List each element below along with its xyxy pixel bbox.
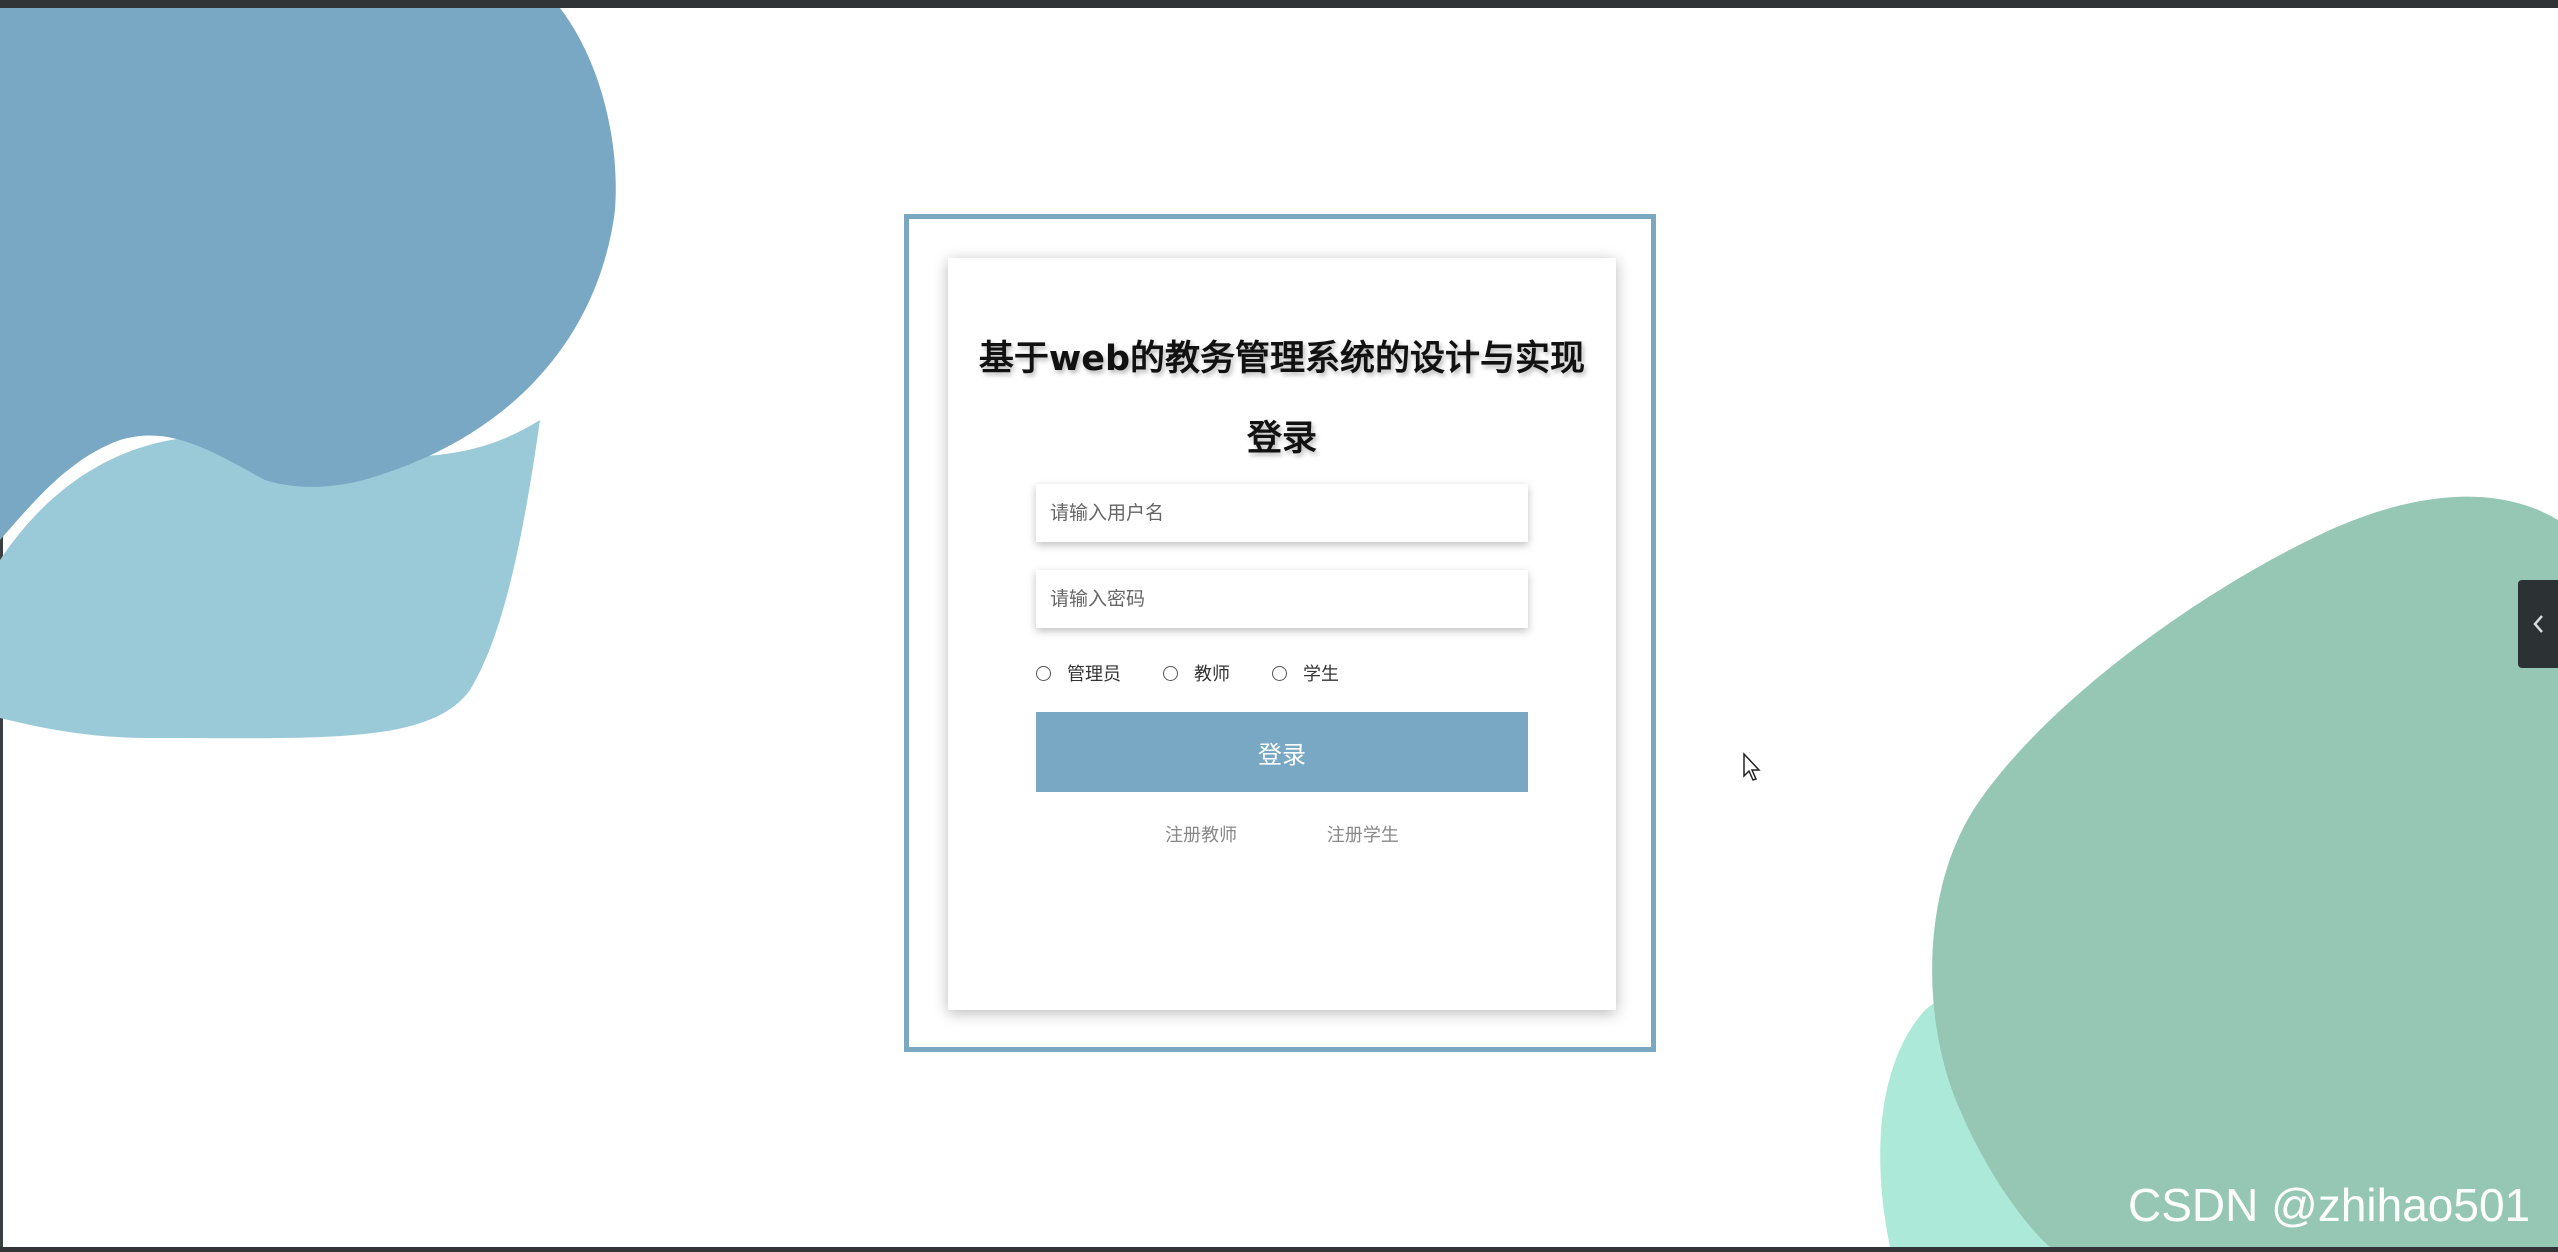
radio-teacher[interactable] [1163, 665, 1178, 681]
side-panel-toggle[interactable] [2518, 580, 2558, 668]
username-input[interactable] [1036, 484, 1528, 542]
password-input[interactable] [1036, 570, 1528, 628]
mouse-cursor-icon [1743, 752, 1761, 781]
login-button[interactable]: 登录 [1036, 712, 1528, 792]
role-option-teacher[interactable]: 教师 [1163, 660, 1230, 686]
role-label-admin: 管理员 [1067, 664, 1121, 685]
chevron-left-icon [2533, 615, 2543, 633]
radio-student[interactable] [1272, 665, 1287, 681]
window-bottom-bar [0, 1247, 2558, 1252]
register-links: 注册教师 注册学生 [948, 821, 1616, 847]
login-card: 基于web的教务管理系统的设计与实现 登录 管理员 教师 学生 登录 注册教师 … [948, 258, 1616, 1010]
page-title: 基于web的教务管理系统的设计与实现 [978, 339, 1586, 379]
radio-admin[interactable] [1036, 665, 1051, 681]
role-option-admin[interactable]: 管理员 [1036, 660, 1121, 686]
role-option-student[interactable]: 学生 [1272, 660, 1339, 686]
register-teacher-link[interactable]: 注册教师 [1165, 825, 1237, 846]
role-label-teacher: 教师 [1194, 664, 1230, 685]
watermark-text: CSDN @zhihao501 [2128, 1179, 2531, 1231]
login-heading: 登录 [1246, 419, 1317, 459]
role-radio-group: 管理员 教师 学生 [1036, 660, 1381, 686]
blob-green [1932, 496, 2558, 1247]
register-student-link[interactable]: 注册学生 [1327, 825, 1399, 846]
role-label-student: 学生 [1303, 664, 1339, 685]
